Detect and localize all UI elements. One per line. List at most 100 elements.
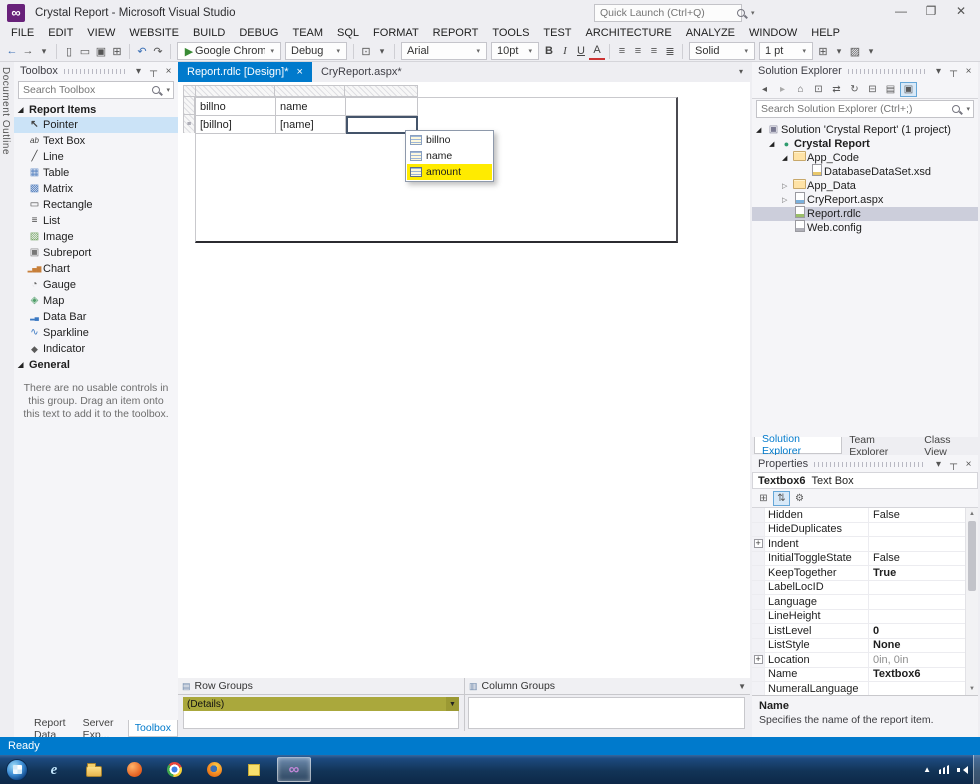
property-row[interactable]: Location 0in, 0in xyxy=(752,653,978,668)
quick-launch-box[interactable]: ▾ xyxy=(594,4,755,22)
properties-header[interactable]: Properties ▾ ┬ × xyxy=(752,455,978,473)
column-handle[interactable] xyxy=(344,86,417,96)
field-menu-item[interactable]: name xyxy=(407,148,492,164)
column-groups-body[interactable] xyxy=(468,697,745,729)
toolbox-item[interactable]: Pointer xyxy=(14,117,178,133)
align-center-icon[interactable]: ≡ xyxy=(630,43,646,60)
close-icon[interactable]: × xyxy=(961,66,976,77)
scroll-up-icon[interactable]: ▲ xyxy=(966,508,978,520)
property-row[interactable]: Indent xyxy=(752,537,978,552)
taskbar-app-button[interactable] xyxy=(197,757,231,782)
column-groups-header[interactable]: ▥ Column Groups ▼ xyxy=(465,678,750,695)
bold-button[interactable]: B xyxy=(541,43,557,60)
toolbox-item[interactable]: Table xyxy=(14,165,178,181)
chevron-down-icon[interactable]: ▾ xyxy=(374,43,390,60)
tree-expander-icon[interactable] xyxy=(782,196,792,204)
menu-item[interactable]: WEBSITE xyxy=(122,26,186,41)
redo-icon[interactable]: ↷ xyxy=(150,43,166,60)
chevron-down-icon[interactable]: ▾ xyxy=(931,459,946,470)
row-handle-selected[interactable]: ≡ xyxy=(184,115,194,133)
align-right-icon[interactable]: ≡ xyxy=(646,43,662,60)
table-header-cell[interactable]: name xyxy=(275,97,346,116)
properties-toolbar-icon[interactable] xyxy=(773,491,790,506)
pin-icon[interactable]: ┬ xyxy=(946,66,961,77)
document-outline-tab[interactable]: Document Outline xyxy=(0,64,14,155)
run-target-dropdown[interactable]: ▶ Google Chrome ▾ xyxy=(177,42,281,60)
property-row[interactable]: Hidden False xyxy=(752,508,978,523)
property-value[interactable]: True xyxy=(869,567,965,579)
toolbox-search-box[interactable]: ▾ xyxy=(18,81,174,99)
align-left-icon[interactable]: ≡ xyxy=(614,43,630,60)
row-handles[interactable]: ≡ xyxy=(183,97,195,133)
quick-launch-input[interactable] xyxy=(595,7,735,19)
configuration-dropdown[interactable]: Debug ▾ xyxy=(285,42,347,60)
solution-explorer-toolbar-icon[interactable] xyxy=(756,82,773,97)
toolbox-item[interactable]: Chart xyxy=(14,261,178,277)
toolbox-item[interactable]: Matrix xyxy=(14,181,178,197)
property-value[interactable]: Textbox6 xyxy=(869,668,965,680)
menu-item[interactable]: HELP xyxy=(804,26,847,41)
solution-explorer-toolbar-icon[interactable] xyxy=(810,82,827,97)
tree-item[interactable]: Solution 'Crystal Report' (1 project) xyxy=(752,123,978,137)
close-icon[interactable]: × xyxy=(161,66,176,77)
properties-toolbar-icon[interactable] xyxy=(755,491,772,506)
pin-icon[interactable]: ┬ xyxy=(946,459,961,470)
solution-explorer-toolbar-icon[interactable] xyxy=(882,82,899,97)
chevron-down-icon[interactable]: ▾ xyxy=(963,105,973,113)
menu-item[interactable]: REPORT xyxy=(426,26,486,41)
solution-explorer-toolbar-icon[interactable] xyxy=(774,82,791,97)
start-button[interactable] xyxy=(6,758,28,781)
property-row[interactable]: NumeralLanguage xyxy=(752,682,978,695)
open-file-icon[interactable]: ▭ xyxy=(77,43,93,60)
menu-item[interactable]: ANALYZE xyxy=(679,26,742,41)
panel-tab[interactable]: Server Exp... xyxy=(77,717,128,741)
toolbox-search-input[interactable] xyxy=(19,84,151,96)
tree-expander-icon[interactable] xyxy=(756,126,766,134)
toolbox-item[interactable]: Subreport xyxy=(14,245,178,261)
close-button[interactable]: ✕ xyxy=(946,0,976,22)
chevron-down-icon[interactable]: ▾ xyxy=(831,43,847,60)
solution-explorer-search-input[interactable] xyxy=(757,103,951,115)
taskbar-app-button[interactable] xyxy=(37,757,71,782)
font-size-dropdown[interactable]: 10pt ▾ xyxy=(491,42,539,60)
tree-item[interactable]: App_Data xyxy=(752,179,978,193)
property-value[interactable]: 0in, 0in xyxy=(869,654,965,666)
property-value[interactable]: False xyxy=(869,552,965,564)
chevron-down-icon[interactable]: ▾ xyxy=(863,43,879,60)
property-row[interactable]: LineHeight xyxy=(752,609,978,624)
properties-object-dropdown[interactable]: Textbox6 Text Box xyxy=(752,472,978,489)
tree-item[interactable]: DatabaseDataSet.xsd xyxy=(752,165,978,179)
toolbox-item[interactable]: Line xyxy=(14,149,178,165)
volume-icon[interactable] xyxy=(957,765,968,775)
row-handle[interactable] xyxy=(184,97,194,115)
border-style-dropdown[interactable]: Solid ▾ xyxy=(689,42,755,60)
table-data-cell[interactable]: [billno] xyxy=(195,115,276,134)
find-icon[interactable]: ⊡ xyxy=(358,43,374,60)
document-tab[interactable]: CryReport.aspx* × xyxy=(312,62,411,82)
tree-item[interactable]: Crystal Report xyxy=(752,137,978,151)
solution-explorer-toolbar-icon[interactable] xyxy=(828,82,845,97)
toolbox-group-report-items[interactable]: ◢ Report Items xyxy=(14,102,178,117)
font-family-dropdown[interactable]: Arial ▾ xyxy=(401,42,487,60)
toolbox-item[interactable]: Map xyxy=(14,293,178,309)
hidden-icons-chevron-icon[interactable]: ▲ xyxy=(923,765,931,774)
solution-explorer-toolbar-icon[interactable] xyxy=(792,82,809,97)
save-all-icon[interactable]: ⊞ xyxy=(109,43,125,60)
taskbar-app-button[interactable] xyxy=(77,757,111,782)
toolbox-item[interactable]: Sparkline xyxy=(14,325,178,341)
underline-button[interactable]: U xyxy=(573,43,589,60)
new-file-icon[interactable]: ▯ xyxy=(61,43,77,60)
field-menu-item[interactable]: billno xyxy=(407,132,492,148)
menu-item[interactable]: EDIT xyxy=(41,26,80,41)
navigate-forward-icon[interactable]: → xyxy=(20,43,36,60)
property-row[interactable]: HideDuplicates xyxy=(752,522,978,537)
toolbox-item[interactable]: Rectangle xyxy=(14,197,178,213)
taskbar-app-button[interactable] xyxy=(277,757,311,782)
property-row[interactable]: KeepTogether True xyxy=(752,566,978,581)
minimize-button[interactable]: — xyxy=(886,0,916,22)
taskbar-app-button[interactable] xyxy=(117,757,151,782)
toolbox-item[interactable]: Image xyxy=(14,229,178,245)
toolbox-item[interactable]: Data Bar xyxy=(14,309,178,325)
taskbar-app-button[interactable] xyxy=(157,757,191,782)
start-debug-icon[interactable]: ▶ xyxy=(183,43,195,60)
